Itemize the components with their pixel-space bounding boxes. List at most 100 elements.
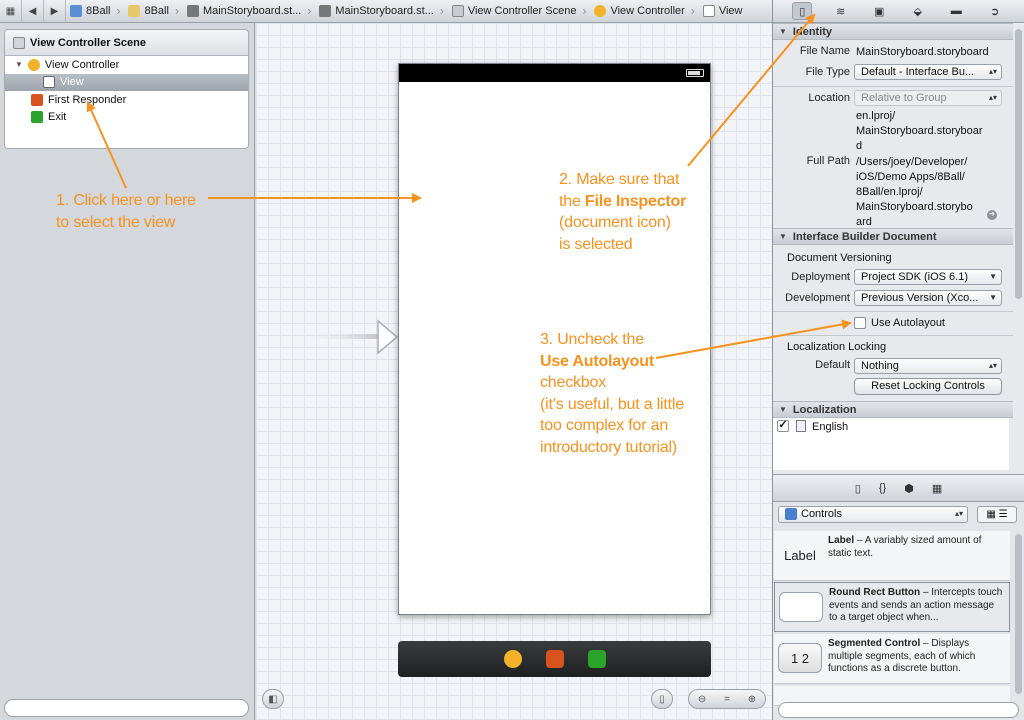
view-icon (43, 76, 55, 89)
zoom-in-icon[interactable]: ⊕ (748, 694, 756, 705)
outline-filter-field[interactable] (4, 699, 249, 717)
crumb-scene[interactable]: View Controller Scene › (448, 0, 591, 22)
reveal-in-finder-icon[interactable]: ➔ (987, 210, 997, 220)
crumb-folder[interactable]: 8Ball › (124, 0, 182, 22)
controls-icon (785, 508, 797, 521)
default-locking-popup[interactable]: Nothing ▴▾ (854, 358, 1002, 374)
library-item-label[interactable]: Label Label – A variably sized amount of… (774, 531, 1010, 581)
folder-icon (128, 5, 141, 17)
round-rect-button-thumb (779, 592, 823, 622)
storyboard-canvas[interactable]: ◧ ▯ ⊖ = ⊕ (256, 23, 772, 720)
file-type-popup[interactable]: Default - Interface Bu... ▴▾ (854, 64, 1002, 80)
crumb-label: 8Ball (144, 5, 169, 17)
document-icon (796, 420, 806, 432)
zoom-out-icon[interactable]: ⊖ (698, 694, 706, 705)
first-responder-icon (31, 93, 43, 106)
exit-icon (31, 111, 43, 124)
first-responder-icon[interactable] (545, 650, 564, 668)
crumb-storyboard[interactable]: MainStoryboard.st... › (183, 0, 315, 22)
crumb-view-controller[interactable]: View Controller › (590, 0, 698, 22)
outline-item-exit[interactable]: Exit (5, 109, 248, 127)
location-path: d (856, 140, 863, 152)
library-filter-field[interactable] (778, 702, 1019, 718)
view-controller-icon (27, 58, 40, 71)
outline-item-view[interactable]: View (5, 73, 248, 91)
media-library-icon[interactable]: ▦ (932, 482, 942, 495)
full-path-value: 8Ball/en.lproj/ (856, 186, 923, 198)
full-path-label: Full Path (806, 155, 850, 167)
crumb-project[interactable]: 8Ball › (66, 0, 124, 22)
size-inspector-icon[interactable]: ▬ (946, 2, 966, 20)
development-label: Development (785, 292, 850, 304)
deployment-popup[interactable]: Project SDK (iOS 6.1) ▼ (854, 269, 1002, 285)
object-library: ▯ {} ⬢ ▦ Controls ▴▾ ▦ ☰ Label Label – A … (772, 474, 1024, 720)
toggle-outline-icon[interactable]: ◧ (262, 689, 284, 709)
zoom-controls[interactable]: ⊖ = ⊕ (688, 689, 766, 709)
identity-inspector-icon[interactable]: ▣ (869, 2, 889, 20)
library-item-segmented-control[interactable]: 1 2 Segmented Control – Displays multipl… (774, 634, 1010, 684)
device-form-factor-icon[interactable]: ▯ (651, 689, 673, 709)
code-snippet-icon[interactable]: {} (879, 482, 886, 494)
file-type-label: File Type (805, 66, 850, 78)
full-path-value: MainStoryboard.storybo (856, 201, 973, 213)
crumb-label: MainStoryboard.st... (335, 5, 434, 17)
crumb-label: View (718, 5, 743, 17)
disclosure-triangle-icon[interactable]: ▼ (15, 60, 23, 69)
localization-list (773, 418, 1009, 470)
related-files-icon[interactable]: ▦ (0, 0, 22, 22)
crumb-storyboard-2[interactable]: MainStoryboard.st... › (315, 0, 447, 22)
crumb-view[interactable]: View (699, 0, 747, 22)
view-mode-toggle[interactable]: ▦ ☰ (977, 506, 1017, 523)
full-path-value: iOS/Demo Apps/8Ball/ (856, 171, 965, 183)
scene-icon (13, 36, 25, 49)
localization-locking-label: Localization Locking (787, 341, 887, 353)
location-label: Location (808, 92, 850, 104)
file-name-label: File Name (799, 45, 850, 57)
library-scrollbar[interactable] (1015, 534, 1022, 694)
initial-scene-arrow-icon (302, 319, 398, 355)
document-outline: View Controller Scene ▼ View Controller V… (0, 23, 255, 720)
identity-section-header[interactable]: ▼ Identity (773, 23, 1013, 40)
scene-dock (398, 641, 711, 677)
crumb-label: 8Ball (86, 5, 111, 17)
quick-help-icon[interactable]: ≋ (831, 2, 851, 20)
outline-item-view-controller[interactable]: ▼ View Controller (5, 56, 248, 74)
deployment-label: Deployment (791, 271, 850, 283)
storyboard-icon (186, 5, 199, 17)
library-item-round-rect-button[interactable]: Round Rect Button – Intercepts touch eve… (774, 582, 1010, 632)
scene-title: View Controller Scene (30, 36, 146, 49)
status-bar (399, 64, 710, 82)
attributes-inspector-icon[interactable]: ⬙ (908, 2, 928, 20)
file-inspector-icon[interactable]: ▯ (792, 2, 813, 20)
crumb-label: View Controller (610, 5, 685, 17)
crumb-label: View Controller Scene (467, 5, 577, 17)
development-popup[interactable]: Previous Version (Xco... ▼ (854, 290, 1002, 306)
battery-icon (686, 69, 704, 77)
back-arrow-icon[interactable]: ◀ (22, 0, 44, 22)
outline-item-first-responder[interactable]: First Responder (5, 91, 248, 109)
scene-header[interactable]: View Controller Scene (5, 30, 248, 56)
english-localization-checkbox[interactable]: ✓ (777, 420, 789, 432)
file-name-value: MainStoryboard.storyboard (856, 46, 989, 58)
zoom-fit-icon[interactable]: = (724, 694, 730, 705)
view-controller-icon (594, 5, 607, 17)
inspector-tab-bar: ▯ ≋ ▣ ⬙ ▬ ➲ (772, 0, 1024, 23)
file-template-icon[interactable]: ▯ (855, 482, 861, 495)
exit-icon[interactable] (587, 650, 606, 668)
connections-inspector-icon[interactable]: ➲ (985, 2, 1005, 20)
use-autolayout-checkbox[interactable] (854, 317, 866, 329)
ib-document-section-header[interactable]: ▼ Interface Builder Document (773, 228, 1013, 245)
crumb-label: MainStoryboard.st... (202, 5, 302, 17)
object-library-icon[interactable]: ⬢ (904, 482, 914, 495)
inspector-scrollbar[interactable] (1015, 29, 1022, 299)
reset-locking-controls-button[interactable]: Reset Locking Controls (854, 378, 1002, 395)
localization-section-header[interactable]: ▼ Localization (773, 401, 1013, 418)
scene-box: View Controller Scene ▼ View Controller V… (4, 29, 249, 149)
view-controller-icon[interactable] (503, 650, 522, 668)
view-icon (702, 5, 715, 17)
forward-arrow-icon[interactable]: ▶ (44, 0, 66, 22)
location-popup[interactable]: Relative to Group ▴▾ (854, 90, 1002, 106)
library-tab-bar: ▯ {} ⬢ ▦ (773, 474, 1024, 502)
location-path: en.lproj/ (856, 110, 896, 122)
library-category-popup[interactable]: Controls ▴▾ (778, 506, 968, 523)
